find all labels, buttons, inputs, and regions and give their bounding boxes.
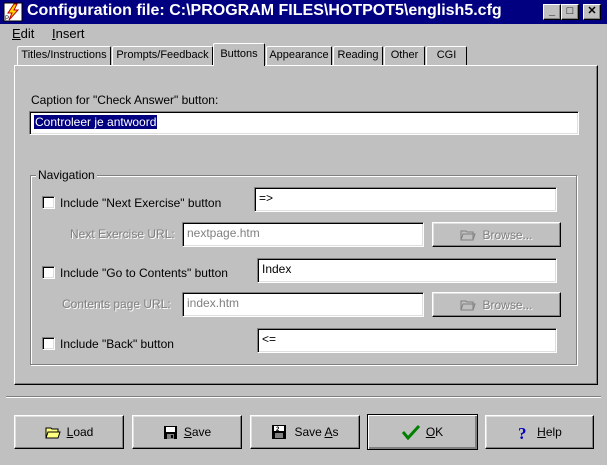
back-checkbox[interactable] (42, 337, 55, 350)
checkmark-icon (401, 424, 420, 440)
ok-button[interactable]: OK (367, 414, 478, 450)
contents-url-input[interactable]: index.htm (182, 292, 424, 317)
menu-edit-rest: dit (20, 26, 35, 41)
window-title: Configuration file: C:\PROGRAM FILES\HOT… (27, 2, 502, 19)
contents-url-label: Contents page URL: (62, 297, 171, 311)
ok-rest: K (435, 425, 444, 439)
next-exercise-url-label: Next Exercise URL: (70, 227, 175, 241)
help-accel: H (537, 425, 546, 439)
tab-titles-instructions[interactable]: Titles/Instructions (17, 46, 111, 65)
save-as-pre: Save (294, 425, 325, 439)
contents-checkbox[interactable] (42, 266, 55, 279)
menu-edit-accel: E (12, 26, 21, 41)
save-button[interactable]: Save (132, 415, 242, 449)
ok-label: OK (426, 425, 443, 439)
load-rest: oad (73, 425, 94, 439)
next-exercise-browse-button[interactable]: Browse... (432, 222, 561, 247)
tab-cgi[interactable]: CGI (426, 46, 467, 65)
menu-insert[interactable]: Insert (52, 26, 85, 41)
contents-browse-label: Browse... (482, 297, 533, 312)
title-bar[interactable]: P Configuration file: C:\PROGRAM FILES\H… (0, 0, 607, 24)
maximize-button[interactable]: □ (561, 4, 579, 20)
svg-text:?: ? (518, 424, 527, 441)
save-accel: S (183, 425, 192, 439)
floppy-disk-2-icon: 2 (271, 424, 288, 440)
close-button[interactable]: ✕ (583, 4, 601, 20)
help-button[interactable]: ? Help (485, 415, 594, 449)
menu-edit[interactable]: Edit (12, 26, 34, 41)
load-button[interactable]: Load (14, 415, 124, 449)
back-checkbox-label[interactable]: Include "Back" button (60, 337, 174, 351)
menu-insert-rest: nsert (55, 26, 85, 41)
next-exercise-caption-input[interactable]: => (254, 187, 557, 212)
check-answer-caption-input[interactable]: Controleer je antwoord (29, 111, 579, 135)
question-mark-icon: ? (517, 424, 531, 441)
check-answer-caption-label: Caption for "Check Answer" button: (31, 93, 219, 107)
folder-open-icon (460, 229, 477, 241)
save-as-label: Save As (294, 425, 338, 439)
back-caption-input[interactable]: <= (257, 328, 557, 353)
next-exercise-url-input[interactable]: nextpage.htm (182, 222, 424, 247)
next-exercise-checkbox-label[interactable]: Include "Next Exercise" button (60, 196, 221, 210)
tab-prompts-feedback[interactable]: Prompts/Feedback (112, 46, 213, 65)
button-row-divider (6, 396, 601, 398)
save-label: Save (184, 425, 211, 439)
app-lightning-icon[interactable]: P (3, 2, 23, 22)
folder-open-icon (460, 299, 477, 311)
load-label: Load (67, 425, 94, 439)
tab-appearance[interactable]: Appearance (266, 46, 332, 65)
contents-caption-input[interactable]: Index (257, 258, 557, 283)
check-answer-caption-value: Controleer je antwoord (34, 115, 158, 129)
help-label: Help (537, 425, 562, 439)
menu-bar: Edit Insert (0, 24, 607, 42)
save-as-accel: A (324, 425, 333, 439)
minimize-button[interactable]: _ (543, 4, 561, 20)
next-exercise-checkbox[interactable] (42, 196, 55, 209)
ok-accel: O (425, 425, 436, 439)
svg-text:P: P (5, 16, 9, 22)
save-as-button[interactable]: 2 Save As (250, 415, 360, 449)
floppy-disk-icon (163, 425, 178, 440)
tab-other[interactable]: Other (384, 46, 425, 65)
save-as-rest: s (332, 425, 339, 439)
navigation-legend: Navigation (36, 168, 97, 182)
save-rest: ave (191, 425, 212, 439)
next-exercise-browse-label: Browse... (482, 227, 533, 242)
contents-browse-button[interactable]: Browse... (432, 292, 561, 317)
tab-buttons[interactable]: Buttons (213, 43, 265, 66)
folder-open-icon (44, 426, 61, 439)
tab-reading[interactable]: Reading (333, 46, 383, 65)
contents-checkbox-label[interactable]: Include "Go to Contents" button (60, 266, 228, 280)
help-rest: elp (545, 425, 562, 439)
